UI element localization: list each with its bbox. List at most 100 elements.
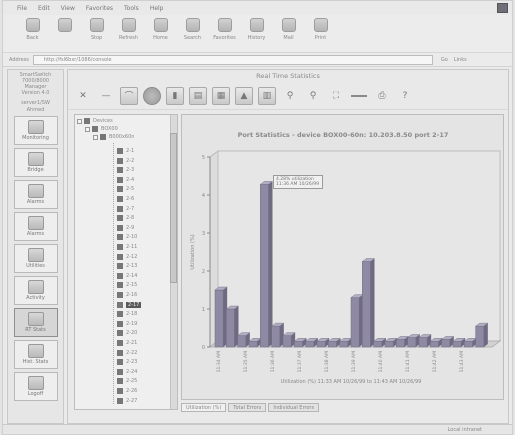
tree-item-port[interactable]: 2-4 [117, 176, 134, 184]
tree-scroll-thumb[interactable] [170, 133, 177, 283]
y-tick-label: 5 [202, 155, 205, 161]
nav-button[interactable]: RT Stats [13, 308, 58, 337]
toolbar-button[interactable]: Refresh [115, 18, 142, 41]
grid-icon[interactable]: ▦ [212, 86, 230, 105]
toolbar-button[interactable]: Back [19, 18, 46, 41]
nav-button[interactable]: Logoff [13, 372, 58, 401]
tree-item-port[interactable]: 2-11 [117, 243, 137, 251]
toolbar-button[interactable]: Favorites [211, 18, 238, 41]
expand-toggle-icon[interactable] [85, 126, 90, 132]
nav-button[interactable]: Alarms [13, 180, 58, 209]
toolbar-button[interactable]: Search [179, 18, 206, 41]
dash-icon[interactable]: — [97, 87, 115, 105]
port-icon [117, 148, 123, 154]
tree-item-label: 2-9 [126, 224, 135, 231]
tree-item-port[interactable]: 2-2 [117, 157, 134, 165]
pie-chart-icon[interactable] [143, 86, 161, 105]
tree-item-label: 2-26 [126, 388, 138, 394]
menu-edit[interactable]: Edit [38, 5, 50, 12]
nav-button[interactable]: Bridge [13, 148, 58, 177]
tree-item-port[interactable]: 2-17 [117, 301, 142, 309]
nav-button[interactable]: Hist. Stats [13, 340, 58, 369]
tree-item-port[interactable]: 2-8 [117, 214, 134, 222]
close-icon[interactable]: ✕ [74, 87, 92, 105]
tree-item-port[interactable]: 2-25 [117, 377, 137, 385]
tree-item-port[interactable]: 2-21 [117, 339, 137, 347]
menu-tools[interactable]: Tools [124, 5, 139, 12]
tree-item-label: 2-21 [126, 340, 138, 346]
tab-utilization[interactable]: Utilization (%) [181, 403, 227, 412]
session-label: server1/SW [21, 100, 50, 106]
menu-file[interactable]: File [17, 5, 27, 12]
chart-bar [237, 335, 247, 348]
y-tick-label: 3 [202, 231, 205, 237]
nav-button[interactable]: Alarms [13, 212, 58, 241]
tree-item-port[interactable]: 2-22 [117, 349, 137, 357]
toolbar-button[interactable] [51, 18, 78, 35]
tree-item-subdevice[interactable]: B000x60n [93, 133, 134, 141]
zoom-in-icon[interactable]: ⚲ [281, 87, 299, 105]
tree-item-port[interactable]: 2-27 [117, 397, 137, 405]
tree-item-port[interactable]: 2-26 [117, 387, 137, 395]
tree-item-label: 2-11 [126, 244, 138, 250]
zoom-out-icon[interactable]: ⚲ [304, 87, 322, 105]
tree-item-port[interactable]: 2-16 [117, 291, 137, 299]
port-icon [117, 388, 123, 394]
windows-logo-icon [497, 3, 508, 13]
tree-item-port[interactable]: 2-10 [117, 233, 137, 241]
menu-help[interactable]: Help [150, 5, 164, 12]
tree-item-port[interactable]: 2-18 [117, 310, 137, 318]
line-chart-icon[interactable]: ⌒ [120, 86, 138, 105]
tree-item-port[interactable]: 2-3 [117, 166, 134, 174]
tree-item-port[interactable]: 2-6 [117, 195, 134, 203]
menu-view[interactable]: View [61, 5, 75, 12]
toolbar-button[interactable]: Mail [275, 18, 302, 41]
tree-item-port[interactable]: 2-19 [117, 320, 137, 328]
tree-item-port[interactable]: 2-7 [117, 205, 134, 213]
nav-button[interactable]: Utilities [13, 244, 58, 273]
address-input[interactable]: http://fsl6bxr/1086/console [32, 54, 433, 65]
tree-item-label: 2-22 [126, 349, 138, 356]
tree-scrollbar[interactable] [170, 115, 177, 409]
tree-item-port[interactable]: 2-24 [117, 368, 137, 376]
bar-chart-icon[interactable]: ▮ [166, 86, 184, 105]
tree-item-port[interactable]: 2-12 [117, 253, 137, 261]
area-chart-icon[interactable]: ▲ [235, 86, 253, 105]
fit-icon[interactable]: ⛶ [327, 87, 345, 105]
nav-button[interactable]: Activity [13, 276, 58, 305]
tree-item-port[interactable]: 2-9 [117, 224, 134, 232]
tree-item-port[interactable]: 2-5 [117, 185, 134, 193]
table-icon[interactable]: ▤ [189, 86, 207, 105]
device-tree[interactable]: Devices BOX00 B000x60n 2-1 2-2 2-3 2-4 2-5 2-6 2-… [74, 114, 178, 410]
links-button[interactable]: Links [454, 57, 467, 63]
port-icon [117, 244, 123, 250]
port-icon [117, 320, 123, 327]
tree-item-port[interactable]: 2-13 [117, 262, 137, 270]
alarms-icon [27, 184, 44, 198]
tree-item-port[interactable]: 2-15 [117, 281, 137, 289]
tree-item-root[interactable]: Devices [77, 117, 113, 125]
tree-item-port[interactable]: 2-1 [117, 147, 134, 155]
tab-individual-errors[interactable]: Individual Errors [268, 403, 320, 412]
toolbar-button[interactable]: Home [147, 18, 174, 41]
export-icon[interactable]: ⎙ [373, 87, 391, 105]
tree-item-port[interactable]: 2-23 [117, 358, 137, 366]
tree-item-device[interactable]: BOX00 [85, 125, 118, 133]
go-button[interactable]: Go [441, 57, 448, 63]
tab-total-errors[interactable]: Total Errors [228, 403, 267, 412]
menu-favorites[interactable]: Favorites [86, 5, 113, 12]
tree-item-port[interactable]: 2-14 [117, 272, 137, 280]
tree-item-port[interactable]: 2-20 [117, 329, 137, 337]
help-icon[interactable]: ? [396, 87, 414, 105]
chart-tooltip: 4.28% utilization 11:36 AM 10/26/99 [273, 175, 323, 189]
rt-stats-icon [27, 312, 44, 326]
toolbar-button[interactable]: History [243, 18, 270, 41]
nav-button[interactable]: Monitoring [13, 116, 58, 145]
expand-toggle-icon[interactable] [93, 134, 98, 140]
toolbar-button[interactable]: Print [307, 18, 334, 41]
expand-toggle-icon[interactable] [77, 118, 82, 124]
toolbar-button-label: Back [26, 35, 39, 41]
x-axis-label: Utilization (%) 11:33 AM 10/26/99 to 11:… [281, 379, 422, 385]
columns-icon[interactable]: ▥ [258, 86, 276, 105]
toolbar-button[interactable]: Stop [83, 18, 110, 41]
